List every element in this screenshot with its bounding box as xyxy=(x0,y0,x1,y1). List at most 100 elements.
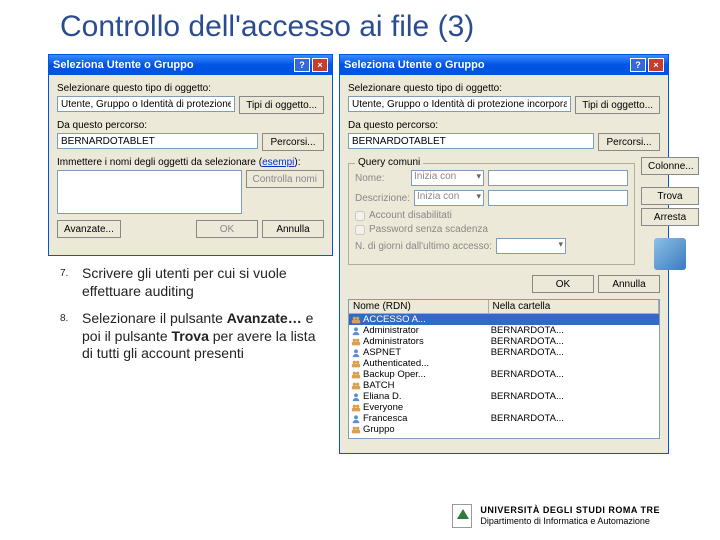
object-type-input[interactable] xyxy=(57,96,235,112)
help-button[interactable]: ? xyxy=(294,58,310,72)
names-label-pre: Immettere i nomi degli oggetti da selezi… xyxy=(57,157,262,168)
group-icon xyxy=(351,403,361,413)
desc-filter-label: Descrizione: xyxy=(355,193,410,204)
list-item[interactable]: ASPNET BERNARDOTA... xyxy=(349,347,659,358)
titlebar-text: Seleziona Utente o Gruppo xyxy=(53,59,294,71)
department-name: Dipartimento di Informatica e Automazion… xyxy=(480,516,660,527)
name-filter-label: Nome: xyxy=(355,173,407,184)
object-types-button[interactable]: Tipi di oggetto... xyxy=(239,96,324,114)
ok-button[interactable]: OK xyxy=(532,275,594,293)
list-item[interactable]: Eliana D. BERNARDOTA... xyxy=(349,391,659,402)
university-name: UNIVERSITÀ DEGLI STUDI ROMA TRE xyxy=(480,505,660,516)
user-icon xyxy=(351,414,361,424)
query-legend: Query comuni xyxy=(355,157,423,168)
list-item[interactable]: Backup Oper... BERNARDOTA... xyxy=(349,369,659,380)
list-item-name: Everyone xyxy=(363,402,403,413)
desc-filter-combo[interactable]: Inizia con xyxy=(414,190,484,206)
location-input[interactable] xyxy=(348,133,594,149)
list-item[interactable]: Everyone xyxy=(349,402,659,413)
list-item-folder: BERNARDOTA... xyxy=(491,347,657,358)
noexpire-password-label: Password senza scadenza xyxy=(369,224,488,235)
list-item[interactable]: Gruppo xyxy=(349,424,659,435)
help-button[interactable]: ? xyxy=(630,58,646,72)
list-item[interactable]: ACCESSO A... xyxy=(349,314,659,325)
cancel-button[interactable]: Annulla xyxy=(598,275,660,293)
dialog-select-user-right: Seleziona Utente o Gruppo ? × Selezionar… xyxy=(339,54,669,454)
list-item-folder: BERNARDOTA... xyxy=(491,391,657,402)
list-col-name[interactable]: Nome (RDN) xyxy=(349,300,489,313)
titlebar-right: Seleziona Utente o Gruppo ? × xyxy=(340,55,668,75)
instructions: 7. Scrivere gli utenti per cui si vuole … xyxy=(60,265,330,373)
query-groupbox: Query comuni Nome: Inizia con Descrizion… xyxy=(348,163,635,265)
days-combo[interactable] xyxy=(496,238,566,254)
list-item[interactable]: Administrator BERNARDOTA... xyxy=(349,325,659,336)
list-item[interactable]: Francesca BERNARDOTA... xyxy=(349,413,659,424)
disabled-accounts-checkbox[interactable]: Account disabilitati xyxy=(355,210,628,221)
titlebar-text: Seleziona Utente o Gruppo xyxy=(344,59,630,71)
object-types-button[interactable]: Tipi di oggetto... xyxy=(575,96,660,114)
object-names-textarea[interactable] xyxy=(57,170,242,214)
group-icon xyxy=(351,359,361,369)
advanced-button[interactable]: Avanzate... xyxy=(57,220,121,238)
list-item[interactable]: Authenticated... xyxy=(349,358,659,369)
slide-title: Controllo dell'accesso ai file (3) xyxy=(0,0,720,54)
names-label: Immettere i nomi degli oggetti da selezi… xyxy=(57,157,324,168)
results-list[interactable]: Nome (RDN) Nella cartella ACCESSO A...Ad… xyxy=(348,299,660,439)
list-item-folder: BERNARDOTA... xyxy=(491,325,657,336)
name-filter-combo[interactable]: Inizia con xyxy=(411,170,484,186)
locations-button[interactable]: Percorsi... xyxy=(262,133,324,151)
close-button[interactable]: × xyxy=(648,58,664,72)
group-icon xyxy=(351,425,361,435)
noexpire-password-checkbox[interactable]: Password senza scadenza xyxy=(355,224,628,235)
list-item-name: Gruppo xyxy=(363,424,395,435)
list-item-name: ACCESSO A... xyxy=(363,314,426,325)
user-icon xyxy=(351,392,361,402)
dialog-select-user-left: Seleziona Utente o Gruppo ? × Selezionar… xyxy=(48,54,333,256)
list-item[interactable]: BATCH xyxy=(349,380,659,391)
location-label: Da questo percorso: xyxy=(348,120,660,131)
cancel-button[interactable]: Annulla xyxy=(262,220,324,238)
list-item-name: Eliana D. xyxy=(363,391,402,402)
examples-link[interactable]: esempi xyxy=(262,157,294,168)
find-now-button[interactable]: Trova xyxy=(641,187,699,205)
location-label: Da questo percorso: xyxy=(57,120,324,131)
university-logo-icon xyxy=(452,504,472,528)
stop-button[interactable]: Arresta xyxy=(641,208,699,226)
list-item[interactable]: Administrators BERNARDOTA... xyxy=(349,336,659,347)
instruction-item: 8. Selezionare il pulsante Avanzate… e p… xyxy=(60,310,330,363)
group-icon xyxy=(351,381,361,391)
list-item-name: Backup Oper... xyxy=(363,369,426,380)
list-item-name: Administrator xyxy=(363,325,419,336)
instruction-text: Selezionare il pulsante Avanzate… e poi … xyxy=(82,310,330,363)
titlebar-left: Seleziona Utente o Gruppo ? × xyxy=(49,55,332,75)
list-item-name: Authenticated... xyxy=(363,358,429,369)
group-icon xyxy=(351,370,361,380)
list-item-name: Administrators xyxy=(363,336,424,347)
location-input[interactable] xyxy=(57,133,258,149)
check-names-button[interactable]: Controlla nomi xyxy=(246,170,324,188)
list-col-folder[interactable]: Nella cartella xyxy=(489,300,660,313)
close-button[interactable]: × xyxy=(312,58,328,72)
list-item-folder: BERNARDOTA... xyxy=(491,336,657,347)
footer: UNIVERSITÀ DEGLI STUDI ROMA TRE Dipartim… xyxy=(452,504,660,528)
list-header: Nome (RDN) Nella cartella xyxy=(349,300,659,314)
names-label-post: ): xyxy=(294,157,300,168)
ok-button[interactable]: OK xyxy=(196,220,258,238)
columns-button[interactable]: Colonne... xyxy=(641,157,699,175)
object-type-input[interactable] xyxy=(348,96,571,112)
desc-filter-input[interactable] xyxy=(488,190,628,206)
instruction-number: 8. xyxy=(60,310,82,363)
list-item-name: Francesca xyxy=(363,413,407,424)
name-filter-input[interactable] xyxy=(488,170,628,186)
disabled-accounts-label: Account disabilitati xyxy=(369,210,452,221)
object-type-label: Selezionare questo tipo di oggetto: xyxy=(57,83,324,94)
days-since-logon-label: N. di giorni dall'ultimo accesso: xyxy=(355,241,492,252)
list-item-name: BATCH xyxy=(363,380,395,391)
list-item-name: ASPNET xyxy=(363,347,401,358)
footer-text: UNIVERSITÀ DEGLI STUDI ROMA TRE Dipartim… xyxy=(480,505,660,527)
locations-button[interactable]: Percorsi... xyxy=(598,133,660,151)
group-icon xyxy=(351,315,361,325)
list-item-folder: BERNARDOTA... xyxy=(491,413,657,424)
list-item-folder: BERNARDOTA... xyxy=(491,369,657,380)
instruction-number: 7. xyxy=(60,265,82,300)
